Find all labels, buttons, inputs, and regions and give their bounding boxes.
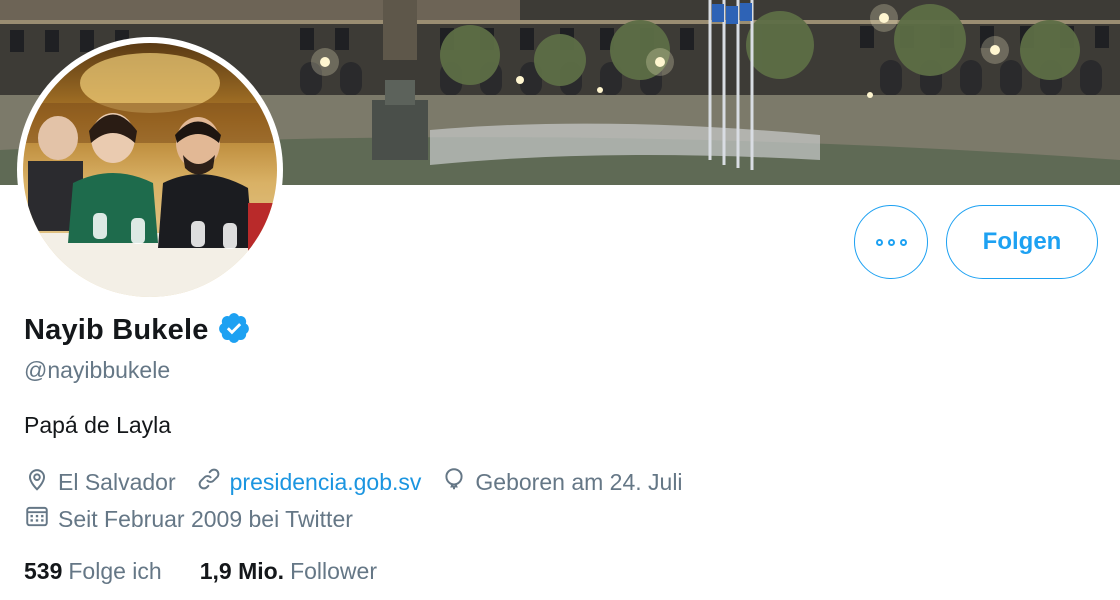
more-dots-icon (875, 238, 907, 246)
followers-label: Follower (290, 558, 377, 584)
profile-stats: 539 Folge ich 1,9 Mio. Follower (24, 558, 415, 585)
profile-handle: @nayibbukele (24, 357, 171, 383)
followers-stat-link[interactable]: 1,9 Mio. Follower (200, 558, 377, 585)
follow-button[interactable]: Folgen (946, 205, 1098, 279)
link-icon (196, 466, 222, 498)
following-stat-link[interactable]: 539 Folge ich (24, 558, 162, 585)
profile-avatar[interactable] (17, 37, 283, 303)
following-label: Folge ich (68, 558, 162, 584)
joined-text: Seit Februar 2009 bei Twitter (58, 505, 353, 532)
profile-meta-row: El Salvador presidencia.gob.sv Geboren a… (24, 466, 703, 498)
profile-joined-row: Seit Februar 2009 bei Twitter (24, 503, 373, 535)
profile-name: Nayib Bukele (24, 314, 209, 346)
verified-badge-icon (217, 311, 251, 350)
joined-item: Seit Februar 2009 bei Twitter (24, 503, 353, 535)
profile-name-row: Nayib Bukele (24, 311, 251, 350)
calendar-icon (24, 503, 50, 535)
website-item: presidencia.gob.sv (196, 466, 422, 498)
birthday-item: Geboren am 24. Juli (441, 466, 683, 498)
website-link[interactable]: presidencia.gob.sv (230, 469, 422, 496)
more-options-button[interactable] (854, 205, 928, 279)
profile-bio: Papá de Layla (24, 412, 172, 438)
location-text: El Salvador (58, 468, 176, 495)
location-pin-icon (24, 466, 50, 498)
followers-count: 1,9 Mio. (199, 558, 285, 584)
location-item: El Salvador (24, 466, 176, 498)
balloon-icon (441, 466, 467, 498)
avatar-photo (23, 43, 277, 297)
following-count: 539 (24, 558, 63, 584)
birthday-text: Geboren am 24. Juli (475, 468, 683, 495)
